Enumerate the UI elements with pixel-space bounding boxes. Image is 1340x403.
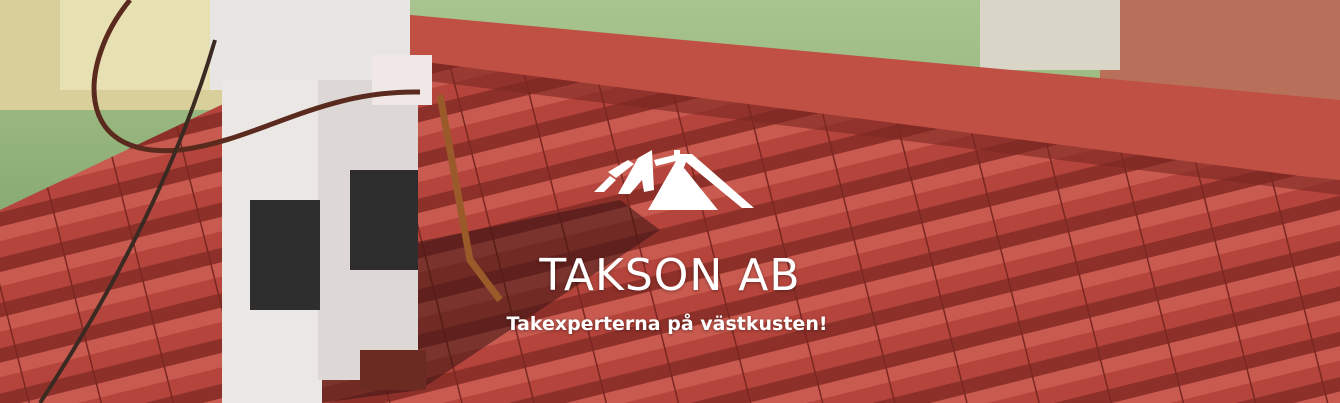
- company-name: TAKSON AB: [539, 250, 801, 301]
- tagline: Takexperterna på västkusten!: [506, 313, 828, 335]
- house-roof-icon: [594, 150, 754, 210]
- brand-block: TAKSON AB Takexperterna på västkusten!: [0, 0, 1340, 403]
- hero-banner: TAKSON AB Takexperterna på västkusten!: [0, 0, 1340, 403]
